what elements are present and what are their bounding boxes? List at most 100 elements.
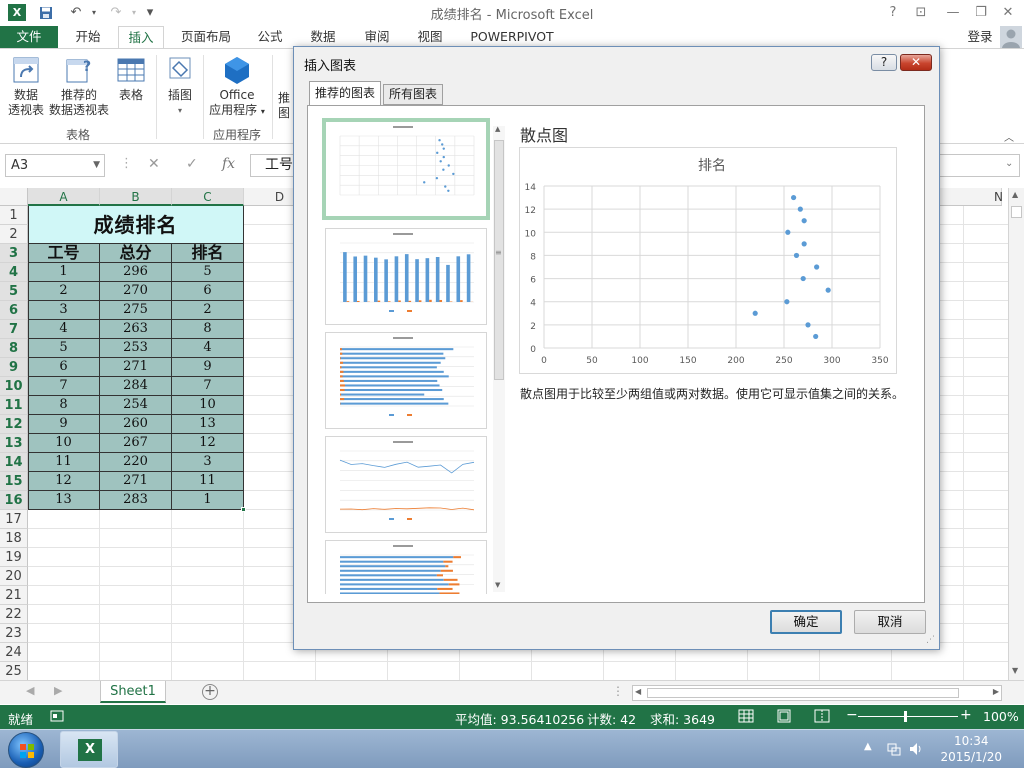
table-cell[interactable]: 263 — [100, 320, 172, 339]
table-cell[interactable]: 284 — [100, 377, 172, 396]
column-header-c[interactable]: C — [172, 188, 244, 206]
zoom-in-icon[interactable]: + — [960, 707, 972, 723]
network-icon[interactable] — [886, 741, 902, 761]
status-sum[interactable]: 求和: 3649 — [650, 709, 715, 728]
table-cell[interactable]: 3 — [28, 301, 100, 320]
chart-list-scroll-thumb[interactable] — [494, 140, 504, 380]
zoom-slider-thumb[interactable] — [904, 711, 907, 722]
row-header[interactable]: 17 — [0, 510, 28, 529]
resize-grip-icon[interactable]: ⋰ — [926, 635, 935, 645]
tab-formulas[interactable]: 公式 — [248, 26, 292, 48]
table-cell[interactable]: 9 — [28, 415, 100, 434]
table-cell[interactable]: 283 — [100, 491, 172, 510]
horizontal-scroll-thumb[interactable] — [647, 688, 959, 698]
table-cell[interactable]: 267 — [100, 434, 172, 453]
list-scroll-up-icon[interactable]: ▲ — [495, 125, 500, 133]
recommended-charts-button[interactable]: 推 图 — [276, 91, 292, 121]
normal-view-icon[interactable] — [738, 708, 754, 727]
row-header[interactable]: 25 — [0, 662, 28, 680]
collapse-ribbon-icon[interactable]: ︿ — [1004, 129, 1014, 144]
vertical-scroll-thumb[interactable] — [1011, 206, 1022, 218]
dialog-close-button[interactable]: ✕ — [900, 54, 932, 71]
cancel-icon[interactable]: ✕ — [148, 156, 160, 172]
table-cell[interactable]: 254 — [100, 396, 172, 415]
select-all-corner[interactable] — [0, 188, 28, 206]
row-header[interactable]: 16 — [0, 491, 28, 510]
insert-function-icon[interactable]: fx — [222, 156, 235, 172]
table-cell[interactable]: 7 — [172, 377, 244, 396]
table-cell[interactable]: 4 — [172, 339, 244, 358]
row-header[interactable]: 13 — [0, 434, 28, 453]
tab-powerpivot[interactable]: POWERPIVOT — [462, 26, 562, 48]
table-cell[interactable]: 296 — [100, 263, 172, 282]
table-cell[interactable]: 12 — [28, 472, 100, 491]
office-apps-button[interactable]: Office 应用程序 ▾ — [206, 55, 268, 119]
dialog-help-button[interactable]: ? — [871, 54, 897, 71]
table-cell[interactable]: 13 — [28, 491, 100, 510]
table-cell[interactable]: 5 — [172, 263, 244, 282]
zoom-out-icon[interactable]: − — [846, 707, 858, 723]
row-header[interactable]: 19 — [0, 548, 28, 567]
scroll-right-icon[interactable]: ▶ — [993, 687, 999, 696]
name-box[interactable]: A3 ▼ — [5, 154, 105, 177]
taskbar-excel-button[interactable]: X — [60, 731, 118, 768]
table-cell[interactable]: 11 — [28, 453, 100, 472]
macro-record-icon[interactable] — [50, 709, 64, 726]
enter-icon[interactable]: ✓ — [186, 156, 198, 172]
table-cell[interactable]: 220 — [100, 453, 172, 472]
row-header[interactable]: 3 — [0, 244, 28, 263]
row-header[interactable]: 2 — [0, 225, 28, 244]
scroll-down-icon[interactable]: ▼ — [1012, 666, 1018, 675]
tab-page-layout[interactable]: 页面布局 — [172, 26, 240, 48]
table-cell[interactable]: 253 — [100, 339, 172, 358]
row-header[interactable]: 7 — [0, 320, 28, 339]
scroll-left-icon[interactable]: ◀ — [635, 687, 641, 696]
chart-thumbnail-line[interactable] — [325, 436, 487, 533]
fill-handle[interactable] — [241, 507, 246, 512]
table-cell[interactable]: 8 — [172, 320, 244, 339]
table-cell[interactable]: 260 — [100, 415, 172, 434]
tab-split-grip-icon[interactable]: ⋮ — [612, 684, 624, 698]
table-cell[interactable]: 9 — [172, 358, 244, 377]
header-cell-total[interactable]: 总分 — [100, 244, 172, 263]
list-scroll-down-icon[interactable]: ▼ — [495, 581, 500, 589]
prev-sheet-icon[interactable]: ◀ — [26, 684, 34, 697]
chart-thumbnail-column[interactable] — [325, 228, 487, 325]
ribbon-display-options-icon[interactable]: ⊡ — [910, 3, 932, 23]
row-header[interactable]: 15 — [0, 472, 28, 491]
start-button[interactable] — [8, 732, 44, 768]
table-cell[interactable]: 1 — [172, 491, 244, 510]
help-icon[interactable]: ? — [882, 3, 904, 23]
table-cell[interactable]: 11 — [172, 472, 244, 491]
table-cell[interactable]: 10 — [28, 434, 100, 453]
name-box-dropdown-icon[interactable]: ▼ — [93, 155, 100, 176]
next-sheet-icon[interactable]: ▶ — [54, 684, 62, 697]
tab-file[interactable]: 文件 — [0, 26, 58, 48]
table-cell[interactable]: 3 — [172, 453, 244, 472]
chart-thumbnail-bar[interactable] — [325, 332, 487, 429]
close-icon[interactable]: ✕ — [997, 3, 1019, 23]
row-header[interactable]: 14 — [0, 453, 28, 472]
table-cell[interactable]: 2 — [172, 301, 244, 320]
sheet-tab-sheet1[interactable]: Sheet1 — [100, 681, 166, 703]
table-cell[interactable]: 271 — [100, 472, 172, 491]
row-header[interactable]: 11 — [0, 396, 28, 415]
row-header[interactable]: 18 — [0, 529, 28, 548]
chart-list-scrollbar[interactable]: ▲ ≡ ▼ — [493, 125, 505, 592]
table-cell[interactable]: 270 — [100, 282, 172, 301]
cancel-button[interactable]: 取消 — [854, 610, 926, 634]
vertical-scrollbar[interactable]: ▲ ▼ — [1008, 188, 1024, 680]
sign-in-link[interactable]: 登录 — [962, 26, 998, 48]
table-cell[interactable]: 8 — [28, 396, 100, 415]
pivot-table-button[interactable]: 数据 透视表 — [4, 55, 48, 118]
tab-insert[interactable]: 插入 — [118, 26, 164, 49]
volume-icon[interactable] — [908, 741, 924, 761]
table-cell[interactable]: 12 — [172, 434, 244, 453]
table-cell[interactable]: 2 — [28, 282, 100, 301]
chart-thumbnail-scatter[interactable] — [322, 118, 490, 220]
row-header[interactable]: 20 — [0, 567, 28, 586]
table-cell[interactable]: 6 — [28, 358, 100, 377]
scroll-up-icon[interactable]: ▲ — [1012, 190, 1018, 199]
table-cell[interactable]: 10 — [172, 396, 244, 415]
illustrations-button[interactable]: 插图 ▾ — [160, 55, 200, 118]
